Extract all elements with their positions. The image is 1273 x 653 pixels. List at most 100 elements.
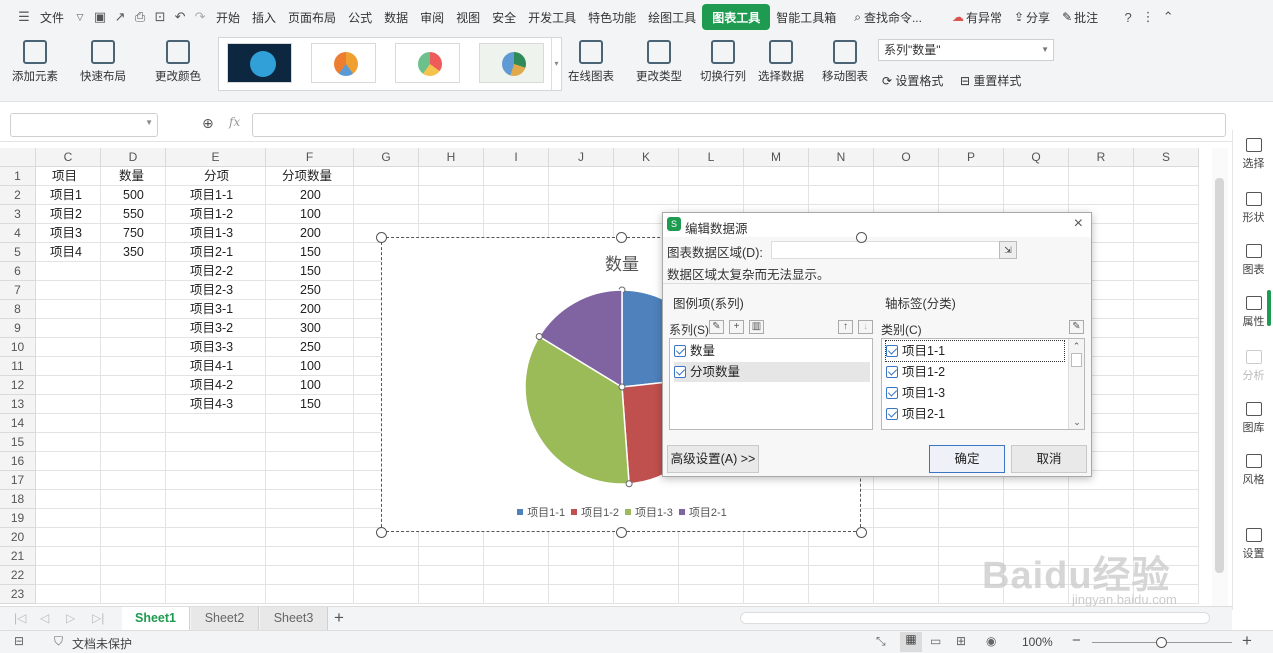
- formula-input[interactable]: [252, 113, 1226, 137]
- edit-data-source-dialog[interactable]: S 编辑数据源 × 图表数据区域(D): ⇲ 数据区域太复杂而无法显示。 图例项…: [662, 212, 1092, 477]
- category-item[interactable]: 项目1-3: [886, 383, 945, 403]
- cell-F6[interactable]: 150: [300, 262, 350, 281]
- col-header-C[interactable]: C: [36, 148, 101, 167]
- cell-D5[interactable]: 350: [123, 243, 162, 262]
- row-header-9[interactable]: 9: [0, 319, 36, 338]
- row-header-18[interactable]: 18: [0, 490, 36, 509]
- cell-F13[interactable]: 150: [300, 395, 350, 414]
- panel-collapse-bar[interactable]: [1267, 290, 1271, 326]
- col-header-O[interactable]: O: [874, 148, 939, 167]
- zoom-out-icon[interactable]: −: [1072, 632, 1081, 649]
- tab-3[interactable]: 公式: [342, 4, 378, 30]
- col-header-I[interactable]: I: [484, 148, 549, 167]
- cell-E8[interactable]: 项目3-1: [190, 300, 262, 319]
- cell-F10[interactable]: 250: [300, 338, 350, 357]
- col-header-R[interactable]: R: [1069, 148, 1134, 167]
- view-grid-icon[interactable]: ▦: [900, 632, 922, 652]
- cancel-button[interactable]: 取消: [1011, 445, 1087, 473]
- prev-sheet-icon[interactable]: ◁: [40, 611, 49, 625]
- panel-gallery[interactable]: 图库: [1233, 402, 1273, 435]
- resize-handle[interactable]: [376, 527, 387, 538]
- cell-E7[interactable]: 项目2-3: [190, 281, 262, 300]
- tab-8[interactable]: 开发工具: [522, 4, 582, 30]
- cell-D3[interactable]: 550: [123, 205, 162, 224]
- category-list[interactable]: ⌃ ⌄ 项目1-1 项目1-2 项目1-3 项目2-1: [881, 338, 1085, 430]
- row-header-4[interactable]: 4: [0, 224, 36, 243]
- help-icon[interactable]: ?: [1118, 6, 1138, 28]
- cell-F7[interactable]: 250: [300, 281, 350, 300]
- col-header-D[interactable]: D: [101, 148, 166, 167]
- row-header-2[interactable]: 2: [0, 186, 36, 205]
- edit-series-button[interactable]: ✎: [709, 320, 724, 334]
- col-header-P[interactable]: P: [939, 148, 1004, 167]
- checkbox[interactable]: [886, 345, 898, 357]
- change-color-button[interactable]: 更改颜色: [155, 40, 201, 84]
- cell-E5[interactable]: 项目2-1: [190, 243, 262, 262]
- zoom-formula-icon[interactable]: ⊕: [202, 115, 214, 132]
- range-picker-button[interactable]: ⇲: [999, 241, 1017, 259]
- print-preview-icon[interactable]: ⊡: [150, 6, 170, 28]
- tab-sheet3[interactable]: Sheet3: [260, 607, 328, 630]
- tab-12[interactable]: 智能工具箱: [770, 4, 842, 30]
- slice-handle[interactable]: [625, 480, 633, 488]
- cell-F3[interactable]: 100: [300, 205, 350, 224]
- cell-F12[interactable]: 100: [300, 376, 350, 395]
- move-up-button[interactable]: ↑: [838, 320, 853, 334]
- save-icon[interactable]: ▣: [90, 6, 110, 28]
- switch-rowcol-button[interactable]: 切换行列: [700, 40, 746, 84]
- cell-F8[interactable]: 200: [300, 300, 350, 319]
- col-header-F[interactable]: F: [266, 148, 354, 167]
- checkbox[interactable]: [674, 366, 686, 378]
- edit-category-button[interactable]: ✎: [1069, 320, 1084, 334]
- cell-F4[interactable]: 200: [300, 224, 350, 243]
- row-header-19[interactable]: 19: [0, 509, 36, 528]
- last-sheet-icon[interactable]: ▷|: [92, 611, 104, 625]
- print-icon[interactable]: ⎙: [130, 6, 150, 28]
- category-item[interactable]: 项目2-1: [886, 404, 945, 424]
- sheet-status-icon[interactable]: ⊟: [14, 634, 24, 648]
- ok-button[interactable]: 确定: [929, 445, 1005, 473]
- row-header-5[interactable]: 5: [0, 243, 36, 262]
- row-header-21[interactable]: 21: [0, 547, 36, 566]
- view-normal-icon[interactable]: ⤡: [876, 634, 886, 649]
- move-chart-button[interactable]: 移动图表: [822, 40, 868, 84]
- cell-E12[interactable]: 项目4-2: [190, 376, 262, 395]
- checkbox[interactable]: [886, 366, 898, 378]
- horizontal-scrollbar[interactable]: [740, 612, 1210, 624]
- checkbox[interactable]: [674, 345, 686, 357]
- series-item[interactable]: 分项数量: [674, 362, 870, 382]
- panel-settings[interactable]: 设置: [1233, 528, 1273, 561]
- cell-F1[interactable]: 分项数量: [282, 167, 350, 186]
- col-header-G[interactable]: G: [354, 148, 419, 167]
- collapse-icon[interactable]: ⌃: [1158, 6, 1178, 28]
- chart-legend[interactable]: 项目1-1 项目1-2 项目1-3 项目2-1: [382, 504, 862, 520]
- view-pagebreak-icon[interactable]: ⊞: [956, 634, 966, 648]
- file-menu[interactable]: 文件: [34, 4, 70, 30]
- add-series-button[interactable]: +: [729, 320, 744, 334]
- row-header-17[interactable]: 17: [0, 471, 36, 490]
- category-item[interactable]: 项目1-2: [886, 362, 945, 382]
- legend-item[interactable]: 项目1-1: [517, 507, 565, 519]
- vertical-scrollbar[interactable]: [1212, 148, 1228, 606]
- next-sheet-icon[interactable]: ▷: [66, 611, 75, 625]
- range-input[interactable]: [771, 241, 1001, 259]
- row-header-6[interactable]: 6: [0, 262, 36, 281]
- export-icon[interactable]: ↗: [110, 6, 130, 28]
- more-icon[interactable]: ⋮: [1138, 6, 1158, 28]
- cell-F5[interactable]: 150: [300, 243, 350, 262]
- row-header-8[interactable]: 8: [0, 300, 36, 319]
- col-header-E[interactable]: E: [166, 148, 266, 167]
- cell-E2[interactable]: 项目1-1: [190, 186, 262, 205]
- zoom-level[interactable]: 100%: [1022, 635, 1053, 649]
- series-list[interactable]: 数量 分项数量: [669, 338, 873, 430]
- panel-shape[interactable]: 形状: [1233, 192, 1273, 225]
- series-select[interactable]: 系列"数量" ▼: [878, 39, 1054, 61]
- cell-F9[interactable]: 300: [300, 319, 350, 338]
- cell-D1[interactable]: 数量: [119, 167, 162, 186]
- row-header-13[interactable]: 13: [0, 395, 36, 414]
- cloud-status[interactable]: ☁ 有异常: [946, 4, 1008, 30]
- resize-handle[interactable]: [616, 232, 627, 243]
- resize-handle[interactable]: [616, 527, 627, 538]
- cell-F2[interactable]: 200: [300, 186, 350, 205]
- gallery-scroll[interactable]: ▾: [551, 38, 561, 90]
